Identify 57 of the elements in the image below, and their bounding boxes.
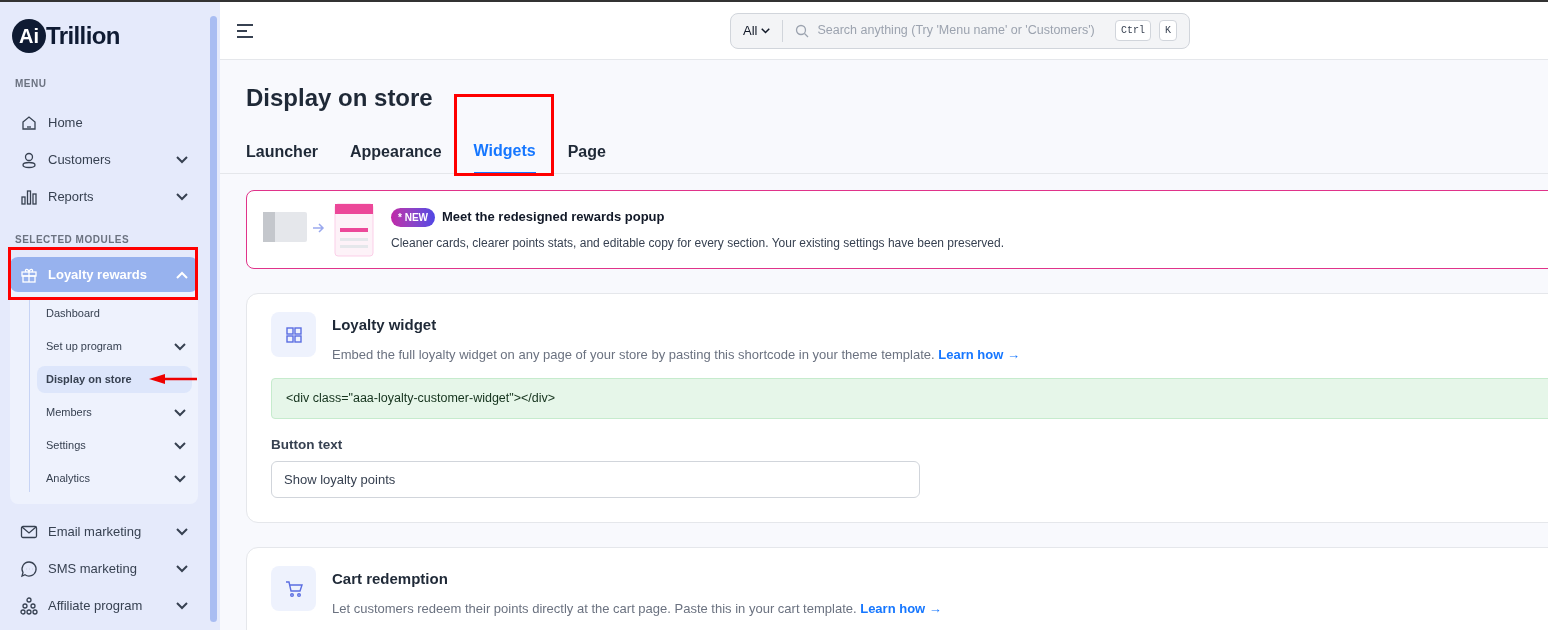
tab[interactable]: Launcher — [246, 130, 318, 174]
banner-title: Meet the redesigned rewards popup — [442, 208, 665, 227]
logo-text: Trillion — [46, 21, 120, 51]
card-title: Cart redemption — [332, 569, 449, 590]
cart-icon — [271, 566, 316, 612]
user-icon — [20, 150, 38, 169]
learn-how-link[interactable]: Learn how → — [860, 600, 942, 616]
banner-text: Cleaner cards, clearer points stats, and editable copy for every section. Your existing settings have been preserved. — [391, 234, 1004, 252]
chevron-icon — [761, 26, 771, 35]
people-network-icon — [20, 596, 38, 615]
tab[interactable]: Page — [567, 130, 606, 174]
section-heading: MENU — [14, 77, 48, 91]
chevron-icon — [174, 342, 186, 351]
chevron-icon — [176, 601, 188, 610]
grid-icon — [271, 312, 316, 357]
chat-icon — [20, 559, 38, 578]
text-input[interactable]: Show loyalty points — [271, 461, 920, 499]
tab[interactable]: Widgets — [473, 130, 536, 174]
bar-chart-icon — [20, 187, 38, 206]
sidebar-item[interactable]: Customers — [10, 142, 198, 177]
section-heading: SELECTED MODULES — [14, 233, 131, 247]
sidebar-item[interactable]: Affiliate program — [10, 588, 198, 623]
sidebar-item[interactable]: Email marketing — [10, 514, 198, 549]
learn-how-link[interactable]: Learn how → — [938, 346, 1020, 362]
chevron-icon — [174, 408, 186, 417]
scope-dropdown[interactable]: All — [743, 19, 784, 42]
menu-icon[interactable] — [236, 23, 254, 38]
submenu-item[interactable]: Dashboard — [37, 300, 192, 327]
search-icon — [795, 23, 810, 38]
chevron-icon — [176, 155, 188, 164]
card-description: Embed the full loyalty widget on any page of your store by pasting this shortcode in your theme template. Learn how → — [332, 345, 1020, 364]
keyboard-key: K — [1159, 20, 1177, 41]
submenu-item[interactable]: Settings — [37, 432, 192, 459]
submenu-item[interactable]: Members — [37, 399, 192, 426]
sidebar-item[interactable]: Reports — [10, 179, 198, 214]
code-snippet: <div class="aaa-loyalty-customer-widget"></div> — [271, 378, 1548, 419]
logo-badge: Ai — [12, 19, 46, 53]
sidebar-item[interactable]: Home — [10, 105, 198, 140]
card-description: Let customers redeem their points directly at the cart page. Paste this in your cart template. Learn how → — [332, 599, 942, 618]
chevron-icon — [174, 474, 186, 483]
page-title: Display on store — [246, 83, 434, 113]
keyboard-key: Ctrl — [1114, 20, 1151, 41]
submenu-item[interactable]: Analytics — [37, 465, 192, 492]
chevron-icon — [174, 441, 186, 450]
tab[interactable]: Appearance — [350, 130, 442, 174]
submenu-item[interactable]: Display on store — [37, 366, 192, 393]
sidebar-item[interactable]: SMS marketing — [10, 551, 198, 586]
search-field[interactable]: All Search anything (Try 'Menu name' or 'Customers') Ctrl K — [730, 12, 1190, 49]
card-title: Loyalty widget — [332, 315, 438, 335]
chevron-icon — [176, 527, 188, 536]
chevron-icon — [176, 192, 188, 201]
scrollbar[interactable] — [210, 16, 217, 622]
chevron-icon — [176, 564, 188, 573]
field-label: Button text — [271, 436, 344, 454]
chevron-icon — [176, 270, 188, 279]
submenu-item[interactable]: Set up program — [37, 333, 192, 360]
new-badge: * NEW — [391, 207, 435, 227]
